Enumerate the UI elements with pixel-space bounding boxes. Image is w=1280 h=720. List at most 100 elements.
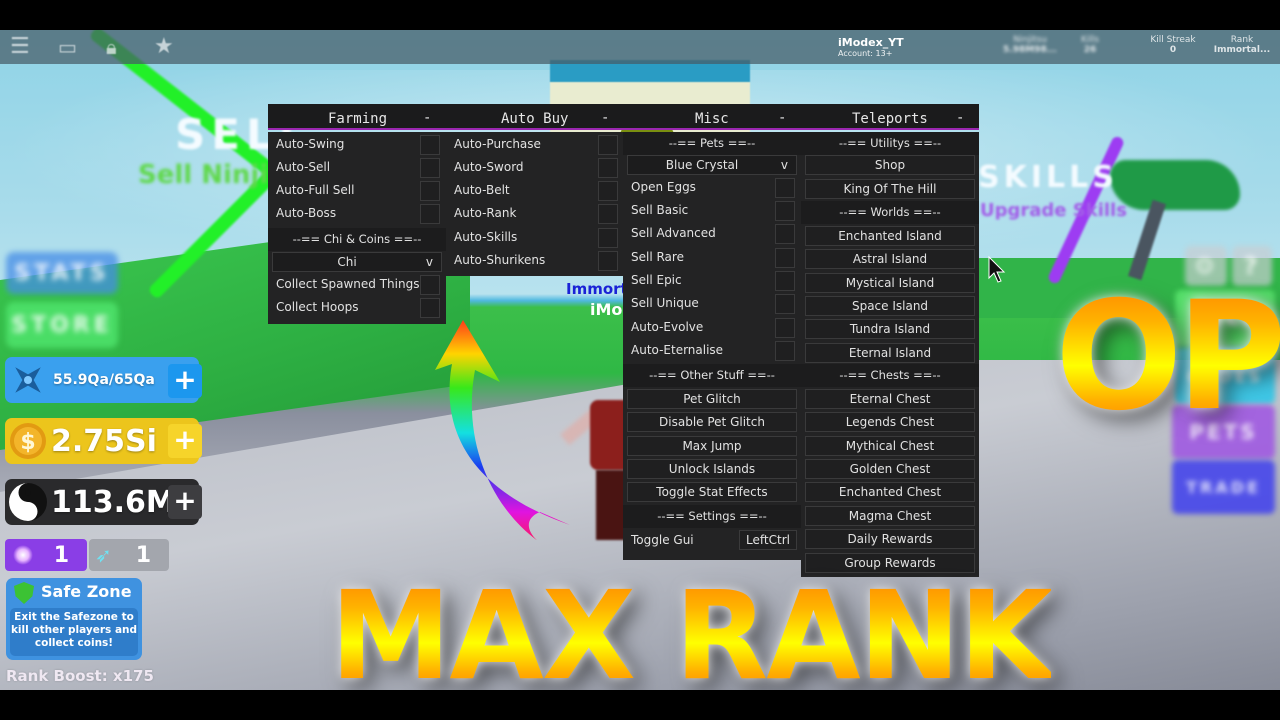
pet-glitch-button[interactable]: Pet Glitch xyxy=(627,389,797,409)
rank-boost: Rank Boost: x175 xyxy=(6,667,154,685)
mystical-island-button[interactable]: Mystical Island xyxy=(805,273,975,293)
menu-icon[interactable]: ☰ xyxy=(10,36,30,58)
legends-chest-button[interactable]: Legends Chest xyxy=(805,412,975,432)
skills-sign: SKILLS xyxy=(978,160,1118,195)
tundra-island-button[interactable]: Tundra Island xyxy=(805,319,975,339)
daily-rewards-button[interactable]: Daily Rewards xyxy=(805,529,975,549)
disable-pet-glitch-button[interactable]: Disable Pet Glitch xyxy=(627,412,797,432)
eternal-island-button[interactable]: Eternal Island xyxy=(805,343,975,363)
chevron-down-icon: v xyxy=(780,158,788,172)
dropdown-value: Chi xyxy=(337,255,357,269)
unlock-islands-button[interactable]: Unlock Islands xyxy=(627,459,797,479)
minimize-teleports-button[interactable]: - xyxy=(956,104,964,130)
toggle-label: Sell Unique xyxy=(631,296,699,310)
buy-ninjitsu-button[interactable]: + xyxy=(168,364,202,398)
toggle-row: Auto-Full Sell xyxy=(268,179,446,202)
toggle-row: Auto-Evolve xyxy=(623,316,801,339)
keybind-button[interactable]: LeftCtrl xyxy=(739,530,797,550)
leaderstat-ninjitsu: Ninjitsu 5.98M98... xyxy=(990,35,1070,55)
sell-unique-checkbox[interactable] xyxy=(775,294,795,314)
sell-rare-checkbox[interactable] xyxy=(775,248,795,268)
auto-sell-checkbox[interactable] xyxy=(420,158,440,178)
king-of-the-hill-teleport-button[interactable]: King Of The Hill xyxy=(805,179,975,199)
enchanted-island-button[interactable]: Enchanted Island xyxy=(805,226,975,246)
toggle-row: Auto-Boss xyxy=(268,202,446,225)
toggle-label: Auto-Full Sell xyxy=(276,183,355,197)
op-badge: OP xyxy=(1055,270,1280,444)
auto-boss-checkbox[interactable] xyxy=(420,204,440,224)
toggle-row: Auto-Sell xyxy=(268,156,446,179)
trade-button[interactable]: TRADE xyxy=(1172,460,1275,514)
toggle-row: Collect Spawned Things xyxy=(268,273,446,296)
auto-skills-checkbox[interactable] xyxy=(598,228,618,248)
pet-dropdown[interactable]: Blue Crystal v xyxy=(627,155,797,175)
toggle-label: Auto-Purchase xyxy=(454,137,541,151)
mythical-chest-button[interactable]: Mythical Chest xyxy=(805,436,975,456)
auto-buy-panel: Auto-Purchase Auto-Sword Auto-Belt Auto-… xyxy=(446,132,624,276)
enchanted-chest-button[interactable]: Enchanted Chest xyxy=(805,482,975,502)
auto-shurikens-checkbox[interactable] xyxy=(598,251,618,271)
leaderstat-label: Kills xyxy=(1080,35,1100,45)
minimize-auto-buy-button[interactable]: - xyxy=(601,104,609,130)
shuriken-icon xyxy=(7,359,49,401)
minimize-farming-button[interactable]: - xyxy=(423,104,431,130)
ninjitsu-value: 55.9Qa/65Qa xyxy=(53,372,155,388)
auto-eternalise-checkbox[interactable] xyxy=(775,341,795,361)
toggle-row: Sell Unique xyxy=(623,292,801,315)
open-eggs-checkbox[interactable] xyxy=(775,178,795,198)
section-header-chests: --== Chests ==-- xyxy=(801,364,979,387)
auto-belt-checkbox[interactable] xyxy=(598,181,618,201)
auto-sword-checkbox[interactable] xyxy=(598,158,618,178)
letterbox-top xyxy=(0,0,1280,30)
toggle-label: Sell Basic xyxy=(631,203,689,217)
auto-evolve-checkbox[interactable] xyxy=(775,318,795,338)
leaderstat-label: Rank xyxy=(1230,35,1254,45)
magma-chest-button[interactable]: Magma Chest xyxy=(805,506,975,526)
mouse-cursor-icon xyxy=(988,256,1006,283)
leaderstat-label: Ninjitsu xyxy=(1013,35,1047,45)
chat-icon[interactable]: ▭ xyxy=(58,36,77,58)
leaderstat-kill-streak: Kill Streak 0 xyxy=(1133,35,1213,55)
backpack-icon[interactable]: 🔒︎ xyxy=(106,36,117,58)
auto-full-sell-checkbox[interactable] xyxy=(420,181,440,201)
section-header-worlds: --== Worlds ==-- xyxy=(801,201,979,224)
username: iModex_YT xyxy=(838,36,904,49)
sell-advanced-checkbox[interactable] xyxy=(775,224,795,244)
toggle-row: Auto-Sword xyxy=(446,156,624,179)
buy-chi-button[interactable]: + xyxy=(168,485,202,519)
sell-epic-checkbox[interactable] xyxy=(775,271,795,291)
toggle-label: Auto-Boss xyxy=(276,206,337,220)
auto-purchase-checkbox[interactable] xyxy=(598,135,618,155)
golden-chest-button[interactable]: Golden Chest xyxy=(805,459,975,479)
leaderstat-value: Immortal... xyxy=(1213,45,1271,55)
auto-rank-checkbox[interactable] xyxy=(598,204,618,224)
minimize-misc-button[interactable]: - xyxy=(778,104,786,130)
tab-farming[interactable]: Farming xyxy=(328,104,387,130)
gems-stat: 1 xyxy=(5,539,87,571)
toggle-gui-label: Toggle Gui xyxy=(631,533,694,547)
toggle-label: Auto-Rank xyxy=(454,206,517,220)
shop-teleport-button[interactable]: Shop xyxy=(805,155,975,175)
star-icon[interactable]: ★ xyxy=(154,36,174,58)
auto-swing-checkbox[interactable] xyxy=(420,135,440,155)
eternal-chest-button[interactable]: Eternal Chest xyxy=(805,389,975,409)
tab-auto-buy[interactable]: Auto Buy xyxy=(501,104,568,130)
chi-coins-dropdown[interactable]: Chi v xyxy=(272,252,442,272)
store-button[interactable]: STORE xyxy=(6,302,118,348)
max-jump-button[interactable]: Max Jump xyxy=(627,436,797,456)
tab-misc[interactable]: Misc xyxy=(695,104,729,130)
buy-coins-button[interactable]: + xyxy=(168,424,202,458)
toggle-label: Sell Rare xyxy=(631,250,684,264)
stats-button[interactable]: STATS xyxy=(6,252,118,294)
leaderstat-rank: Rank Immortal... xyxy=(1202,35,1280,55)
farming-panel: Auto-Swing Auto-Sell Auto-Full Sell Auto… xyxy=(268,132,446,324)
sell-basic-checkbox[interactable] xyxy=(775,201,795,221)
astral-island-button[interactable]: Astral Island xyxy=(805,249,975,269)
leaderstat-label: Kill Streak xyxy=(1150,35,1196,45)
space-island-button[interactable]: Space Island xyxy=(805,296,975,316)
tab-teleports[interactable]: Teleports xyxy=(852,104,928,130)
coins-value: 2.75Si xyxy=(51,423,157,459)
toggle-stat-effects-button[interactable]: Toggle Stat Effects xyxy=(627,482,797,502)
toggle-label: Auto-Belt xyxy=(454,183,510,197)
toggle-label: Auto-Sword xyxy=(454,160,524,174)
